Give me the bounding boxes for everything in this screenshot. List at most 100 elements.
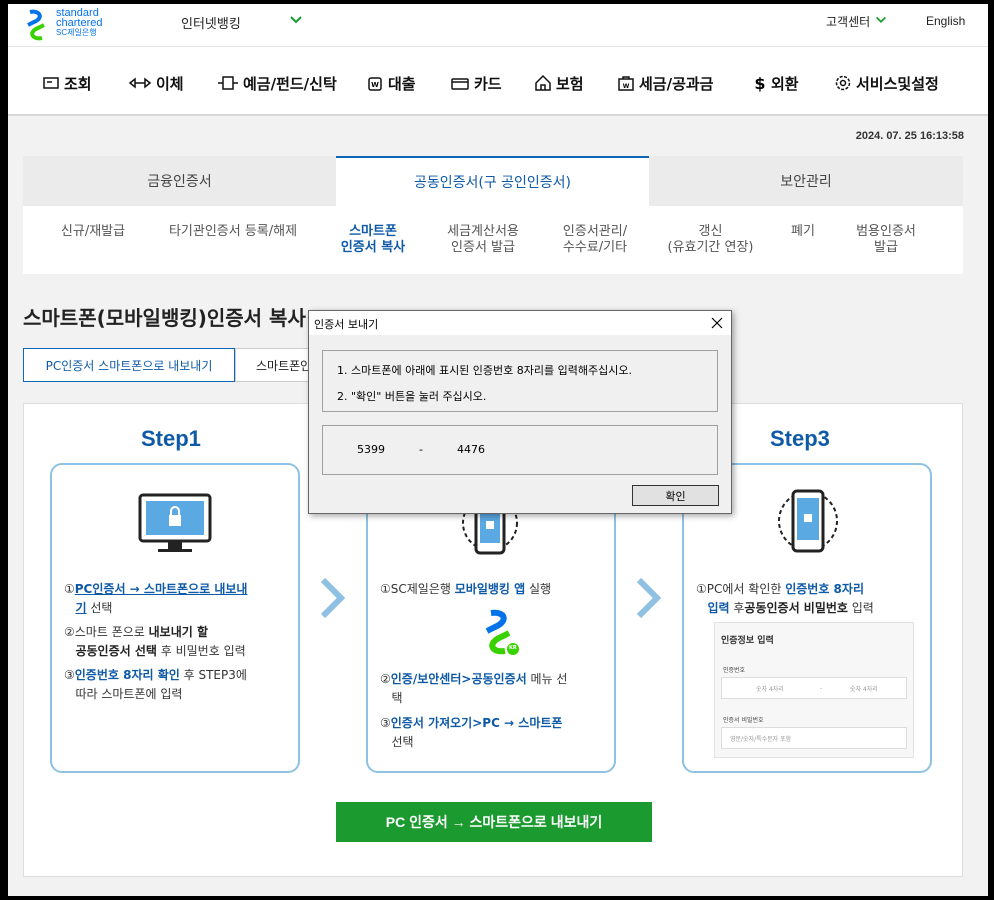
chevron-right-icon	[636, 577, 662, 619]
chevron-down-icon[interactable]	[874, 13, 888, 27]
nav-label: 세금/공과금	[639, 74, 714, 93]
subtab-line: 범용인증서	[856, 224, 916, 239]
subtab-general-cert[interactable]: 범용인증서 발급	[841, 224, 931, 256]
tab-financial-cert[interactable]: 금융인증서	[23, 156, 336, 206]
step-bold: 공동인증서 선택	[75, 644, 157, 658]
nav-item-tax[interactable]: W 세금/공과금	[617, 72, 713, 94]
subtab-smartphone-copy[interactable]: 스마트폰 인증서 복사	[328, 224, 418, 256]
logo-line2: chartered	[56, 17, 103, 29]
tab-security[interactable]: 보안관리	[649, 156, 963, 206]
cert-type-tabs: 금융인증서 공동인증서(구 공인인증서) 보안관리	[23, 156, 963, 206]
step1-link[interactable]: PC인증서 → 스마트폰으로 내보내	[75, 582, 248, 596]
svg-text:W: W	[623, 83, 630, 90]
step-bold: 공동인증서 비밀번호	[744, 601, 848, 615]
step-bold: 인증/보안센터>공동인증서	[390, 672, 527, 686]
tab-pc-to-phone[interactable]: PC인증서 스마트폰으로 내보내기	[23, 348, 235, 382]
sc-logo[interactable]: standard chartered SC제일은행	[24, 8, 114, 42]
nav-item-insurance[interactable]: 보험	[534, 72, 584, 94]
subtab-line: 갱신	[698, 224, 723, 239]
step-text: 후 STEP3에	[179, 668, 247, 682]
nav-item-transfer[interactable]: 이체	[128, 72, 184, 94]
auth-code-box: 5399 - 4476	[322, 425, 718, 475]
nav-label: 보험	[556, 74, 584, 93]
main-nav: 조회 이체 예금/펀드/신탁 W 대출 카드 보험 W 세금/공과금 $ 외환	[8, 46, 988, 116]
customer-center-link[interactable]: 고객센터	[826, 13, 870, 30]
subtab-renew[interactable]: 갱신 (유효기간 연장)	[653, 224, 768, 256]
subtab-line: 타기관인증서 등록/해제	[168, 224, 298, 239]
page-title: 스마트폰(모바일뱅킹)인증서 복사	[23, 306, 306, 330]
sc-app-icon: KR	[469, 607, 527, 659]
form-password-input: 영문/숫자/특수문자 포함	[721, 727, 907, 749]
language-link[interactable]: English	[926, 14, 965, 28]
form-code-input: 숫자 4자리 - 숫자 4자리	[721, 677, 907, 699]
settings-icon	[835, 75, 851, 91]
step-bold: 인증번호 8자리 확인	[74, 668, 180, 682]
nav-label: 예금/펀드/신탁	[243, 74, 337, 93]
send-cert-dialog: 인증서 보내기 1. 스마트폰에 아래에 표시된 인증번호 8자리를 입력해주십…	[308, 310, 732, 514]
step-bold: 모바일뱅킹 앱	[454, 582, 526, 596]
nav-item-forex[interactable]: $ 외환	[753, 72, 799, 94]
step3-item1: ①PC에서 확인한 인증번호 8자리 입력 후공동인증서 비밀번호 입력	[696, 582, 874, 615]
chevron-down-icon[interactable]	[288, 12, 304, 28]
step2-item2: ②인증/보안센터>공동인증서 메뉴 선 택	[380, 672, 568, 705]
step1-link-cont[interactable]: 기	[75, 601, 86, 615]
step3-title: Step3	[770, 426, 830, 451]
nav-label: 조회	[64, 74, 92, 93]
nav-item-loan[interactable]: W 대출	[366, 72, 416, 94]
subtab-other-register[interactable]: 타기관인증서 등록/해제	[158, 224, 308, 240]
form-label-password: 인증서 비밀번호	[723, 717, 764, 724]
phone-lock-icon	[778, 489, 838, 553]
nav-label: 대출	[388, 74, 416, 93]
export-to-phone-button[interactable]: PC 인증서 → 스마트폰으로 내보내기	[336, 802, 652, 842]
transfer-icon	[128, 77, 152, 89]
subtab-issue[interactable]: 신규/재발급	[43, 224, 143, 240]
nav-item-inquiry[interactable]: 조회	[42, 72, 92, 94]
monitor-lock-icon	[138, 493, 212, 552]
close-icon[interactable]	[709, 315, 725, 331]
nav-label: 카드	[474, 74, 502, 93]
subtab-line: 인증서관리/	[562, 224, 628, 239]
subtab-line: 인증서 발급	[451, 240, 515, 255]
step-text: 택	[391, 691, 403, 705]
card-icon	[451, 78, 469, 90]
step-text: 입력	[847, 601, 874, 615]
step-bold: 인증번호 8자리	[785, 582, 864, 596]
internet-banking-menu[interactable]: 인터넷뱅킹	[181, 13, 241, 32]
step-text: 선택	[391, 735, 414, 749]
chevron-right-icon	[320, 577, 346, 619]
step1-box: ①PC인증서 → 스마트폰으로 내보내 기 선택 ②스마트 폰으로 내보내기 할…	[50, 463, 300, 773]
dialog-message-box: 1. 스마트폰에 아래에 표시된 인증번호 8자리를 입력해주십시오. 2. "…	[322, 350, 718, 412]
top-bar: standard chartered SC제일은행 인터넷뱅킹 고객센터 Eng…	[8, 4, 988, 46]
tab-joint-cert[interactable]: 공동인증서(구 공인인증서)	[336, 156, 649, 206]
step-text: 실행	[525, 582, 552, 596]
subtab-line: (유효기간 연장)	[667, 240, 754, 255]
nav-item-settings[interactable]: 서비스및설정	[834, 72, 939, 94]
auth-code-part2: 4476	[457, 443, 485, 456]
nav-label: 외환	[771, 74, 799, 93]
subtab-line: 발급	[874, 240, 898, 255]
form-dash: -	[819, 684, 822, 692]
nav-item-card[interactable]: 카드	[450, 72, 502, 94]
cert-sub-tabs: 신규/재발급 타기관인증서 등록/해제 스마트폰 인증서 복사 세금계산서용 인증서…	[23, 206, 963, 274]
subtab-tax-invoice[interactable]: 세금계산서용 인증서 발급	[433, 224, 533, 256]
subtab-line: 수수료/기타	[562, 240, 628, 255]
step1-item3: ③인증번호 8자리 확인 후 STEP3에 따라 스마트폰에 입력	[64, 668, 247, 701]
subtab-line: 신규/재발급	[60, 224, 126, 239]
subtab-cert-management[interactable]: 인증서관리/수수료/기타	[545, 224, 645, 256]
subtab-revoke[interactable]: 폐기	[783, 224, 823, 240]
subtab-line: 세금계산서용	[447, 224, 519, 239]
step-bold: 인증서 가져오기>PC → 스마트폰	[390, 716, 563, 730]
step-bold: 입력	[707, 601, 730, 615]
ok-button[interactable]: 확인	[632, 485, 719, 506]
auth-code-separator: -	[419, 443, 423, 456]
auth-code-part1: 5399	[357, 443, 385, 456]
nav-item-deposit[interactable]: 예금/펀드/신탁	[217, 72, 337, 94]
subtab-line: 폐기	[791, 224, 815, 239]
nav-label: 이체	[156, 74, 184, 93]
dialog-message-line1: 1. 스마트폰에 아래에 표시된 인증번호 8자리를 입력해주십시오.	[337, 364, 632, 377]
subtab-line: 인증서 복사	[340, 240, 406, 255]
form-title: 인증정보 입력	[721, 636, 774, 646]
dialog-titlebar[interactable]: 인증서 보내기	[309, 311, 731, 335]
app-badge: KR	[509, 645, 517, 651]
svg-text:$: $	[754, 74, 765, 92]
